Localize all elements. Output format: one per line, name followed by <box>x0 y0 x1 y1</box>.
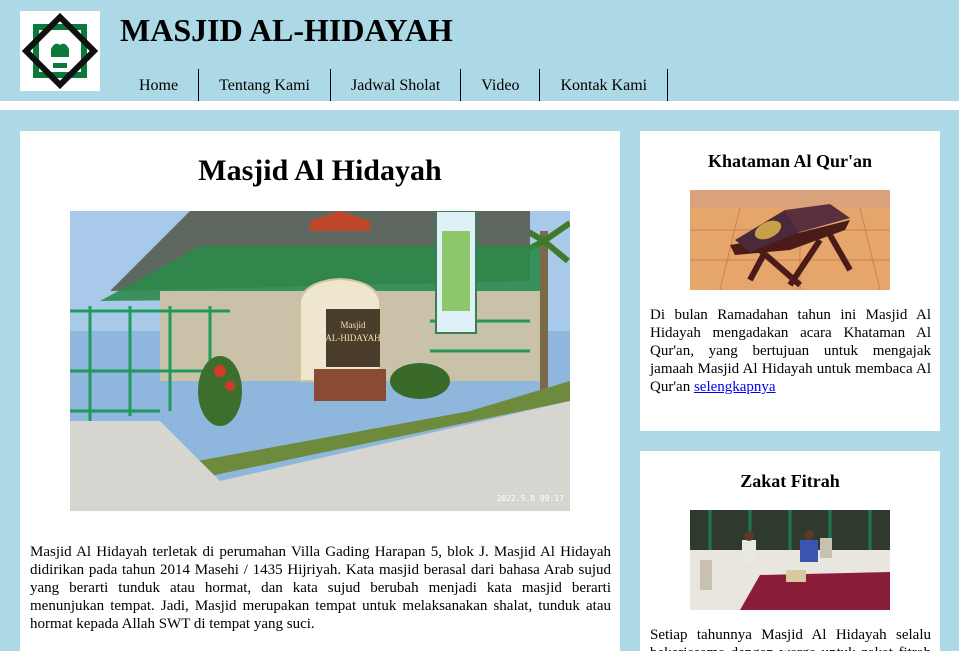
site-header: MASJID AL-HIDAYAH Home Tentang Kami Jadw… <box>0 0 959 102</box>
sign-line2: AL-HIDAYAH <box>325 333 381 343</box>
sign-line1: Masjid <box>340 320 366 330</box>
article-title: Masjid Al Hidayah <box>198 154 442 187</box>
card-khataman: Khataman Al Qur'an Di bulan Ramadahan ta… <box>640 131 940 431</box>
mosque-photo: Masjid AL-HIDAYAH 2022.5.8 09:17 <box>70 211 570 511</box>
photo-timestamp: 2022.5.8 09:17 <box>497 494 565 503</box>
read-more-link[interactable]: selengkapnya <box>694 379 776 395</box>
site-title: MASJID AL-HIDAYAH <box>120 12 453 48</box>
nav-video[interactable]: Video <box>461 69 541 102</box>
card-text: Di bulan Ramadahan tahun ini Masjid Al H… <box>650 306 931 396</box>
card-title: Khataman Al Qur'an <box>707 151 873 171</box>
header-divider <box>0 101 959 110</box>
nav-jadwal-sholat[interactable]: Jadwal Sholat <box>331 69 462 102</box>
card-text: Setiap tahunnya Masjid Al Hidayah selalu… <box>650 627 931 651</box>
main-article: Masjid Al Hidayah Masjid AL-HIDAYAH 2022… <box>20 131 620 651</box>
card-zakat: Zakat Fitrah Setiap tahunnya Masjid Al H… <box>640 451 940 651</box>
card-text-body: Di bulan Ramadahan tahun ini Masjid Al H… <box>650 307 931 395</box>
main-nav: Home Tentang Kami Jadwal Sholat Video Ko… <box>119 69 669 102</box>
nav-kontak-kami[interactable]: Kontak Kami <box>540 69 669 102</box>
nav-home[interactable]: Home <box>119 69 200 102</box>
quran-photo <box>690 190 890 290</box>
mosque-logo-icon[interactable] <box>20 11 100 91</box>
card-title: Zakat Fitrah <box>740 471 840 491</box>
nav-tentang-kami[interactable]: Tentang Kami <box>199 69 331 102</box>
zakat-photo <box>690 510 890 610</box>
article-paragraph: Masjid Al Hidayah terletak di perumahan … <box>30 544 611 632</box>
